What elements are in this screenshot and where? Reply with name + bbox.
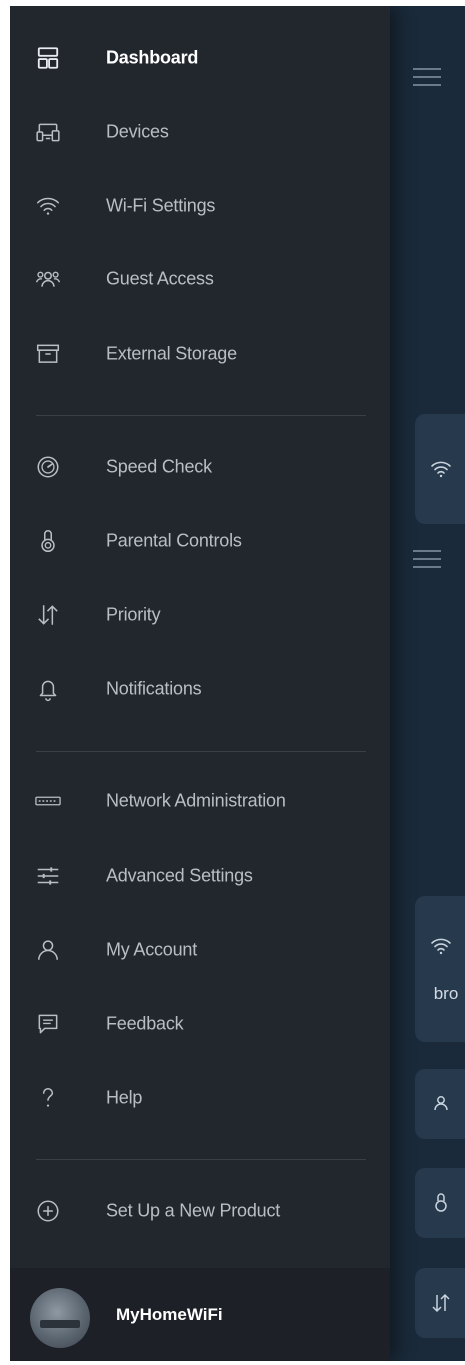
menu-item-label: My Account [106, 939, 198, 960]
parental-card[interactable] [415, 1168, 465, 1238]
menu-item-label: Guest Access [106, 268, 214, 289]
menu-item-label: Priority [106, 604, 161, 625]
menu-item-label: External Storage [106, 343, 237, 364]
guest-card[interactable] [415, 1069, 465, 1139]
menu-item-label: Feedback [106, 1013, 184, 1034]
menu-item-label: Network Administration [106, 790, 286, 811]
menu-item-label: Set Up a New Product [106, 1200, 281, 1221]
menu-item-label: Speed Check [106, 456, 212, 477]
router-image [40, 1320, 80, 1328]
menu-item-advanced-settings[interactable]: Advanced Settings [10, 848, 390, 904]
guest-icon [434, 1096, 448, 1111]
dashboard-icon [33, 43, 63, 73]
menu-item-devices[interactable]: Devices [10, 104, 390, 160]
menu-item-label: Notifications [106, 678, 202, 699]
parental-icon [435, 1193, 447, 1212]
menu-item-wifi-settings[interactable]: Wi-Fi Settings [10, 178, 390, 234]
network-switcher[interactable]: MyHomeWiFi [10, 1268, 390, 1361]
help-icon [33, 1083, 63, 1113]
menu-item-priority[interactable]: Priority [10, 587, 390, 643]
network-avatar [30, 1288, 90, 1348]
priority-arrows-icon [33, 600, 63, 630]
menu-item-notifications[interactable]: Notifications [10, 661, 390, 717]
priority-card[interactable] [415, 1268, 465, 1338]
network-name: MyHomeWiFi [116, 1304, 223, 1324]
bell-icon [33, 674, 63, 704]
wifi-card[interactable]: bro [415, 896, 465, 1042]
menu-item-label: Wi-Fi Settings [106, 195, 216, 216]
app-screen: bro Dashboard Devices Wi-Fi Settings Gue… [10, 6, 465, 1361]
menu-item-label: Parental Controls [106, 530, 242, 551]
feedback-icon [33, 1009, 63, 1039]
guest-icon [33, 264, 63, 294]
wifi-card-name: bro [433, 984, 459, 1003]
menu-item-feedback[interactable]: Feedback [10, 996, 390, 1052]
router-icon [33, 786, 63, 816]
wifi-icon [431, 938, 451, 955]
hamburger-menu-icon[interactable] [413, 68, 441, 86]
network-card[interactable] [415, 414, 465, 524]
priority-arrows-icon [432, 1293, 450, 1313]
menu-divider [36, 415, 366, 416]
menu-item-speed-check[interactable]: Speed Check [10, 439, 390, 495]
menu-item-label: Help [106, 1087, 143, 1108]
menu-item-guest-access[interactable]: Guest Access [10, 251, 390, 307]
sliders-icon [33, 861, 63, 891]
menu-item-dashboard[interactable]: Dashboard [10, 30, 390, 86]
menu-divider [36, 1159, 366, 1160]
user-icon [33, 935, 63, 965]
add-circle-icon [33, 1196, 63, 1226]
storage-icon [33, 339, 63, 369]
parental-icon [33, 526, 63, 556]
menu-item-help[interactable]: Help [10, 1070, 390, 1126]
navigation-drawer: Dashboard Devices Wi-Fi Settings Guest A… [10, 6, 390, 1361]
hamburger-menu-icon-2[interactable] [413, 550, 441, 568]
menu-item-label: Advanced Settings [106, 865, 253, 886]
menu-item-label: Devices [106, 121, 169, 142]
devices-icon [33, 117, 63, 147]
menu-item-label: Dashboard [106, 47, 199, 68]
menu-item-parental-controls[interactable]: Parental Controls [10, 513, 390, 569]
wifi-icon [431, 461, 451, 478]
menu-divider [36, 751, 366, 752]
menu-item-network-administration[interactable]: Network Administration [10, 773, 390, 829]
menu-item-external-storage[interactable]: External Storage [10, 326, 390, 382]
menu-item-set-up-new-product[interactable]: Set Up a New Product [10, 1183, 390, 1239]
menu-item-my-account[interactable]: My Account [10, 922, 390, 978]
speedometer-icon [33, 452, 63, 482]
wifi-icon [33, 191, 63, 221]
